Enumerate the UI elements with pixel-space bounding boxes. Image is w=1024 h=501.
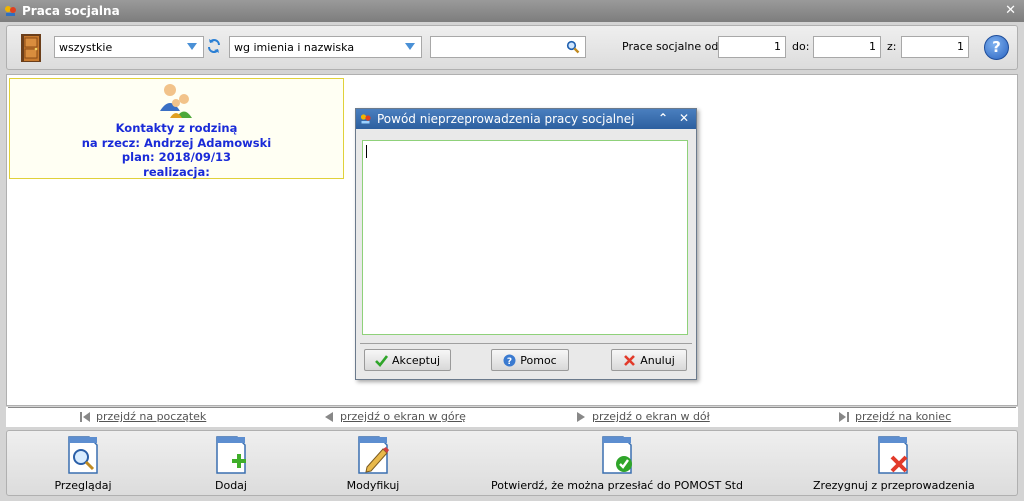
nav-first-label: przejdź na początek bbox=[96, 410, 207, 423]
dialog-help-button[interactable]: ? Pomoc bbox=[491, 349, 569, 371]
nav-first-link[interactable]: przejdź na początek bbox=[80, 410, 206, 423]
nav-last-link[interactable]: przejdź na koniec bbox=[839, 410, 951, 423]
dialog-help-label: Pomoc bbox=[520, 353, 557, 367]
confirm-document-icon bbox=[599, 435, 635, 475]
browse-label: Przeglądaj bbox=[54, 479, 112, 492]
dialog-titlebar: Powód nieprzeprowadzenia pracy socjalnej… bbox=[356, 109, 696, 129]
range-to-label: do: bbox=[792, 40, 810, 53]
first-page-icon bbox=[80, 411, 90, 422]
dialog-close-icon[interactable]: ✕ bbox=[679, 111, 689, 125]
pagination-nav: przejdź na początek przejdź o ekran w gó… bbox=[6, 407, 1018, 427]
resign-label: Zrezygnuj z przeprowadzenia bbox=[813, 479, 975, 492]
range-total-field: 1 bbox=[901, 36, 969, 58]
nav-up-label: przejdź o ekran w górę bbox=[340, 410, 466, 423]
range-to-field[interactable]: 1 bbox=[813, 36, 881, 58]
family-contacts-icon bbox=[156, 81, 198, 121]
nav-last-label: przejdź na koniec bbox=[855, 410, 952, 423]
check-icon bbox=[375, 354, 388, 367]
accept-button[interactable]: Akceptuj bbox=[364, 349, 451, 371]
resign-button[interactable]: Zrezygnuj z przeprowadzenia bbox=[813, 431, 975, 495]
text-caret bbox=[366, 145, 367, 158]
range-from-field[interactable]: 1 bbox=[718, 36, 786, 58]
modify-button[interactable]: Modyfikuj bbox=[325, 431, 421, 495]
exit-door-icon[interactable] bbox=[19, 33, 43, 63]
close-icon bbox=[623, 354, 636, 367]
range-from-label: Prace socjalne od: bbox=[622, 40, 723, 53]
chevron-down-icon bbox=[405, 43, 415, 50]
confirm-pomost-button[interactable]: Potwierdź, że można przesłać do POMOST S… bbox=[487, 431, 747, 495]
accept-label: Akceptuj bbox=[391, 353, 441, 367]
chevron-down-icon bbox=[187, 43, 197, 50]
add-label: Dodaj bbox=[215, 479, 247, 492]
divider bbox=[8, 407, 1016, 408]
nav-down-link[interactable]: przejdź o ekran w dół bbox=[576, 410, 710, 423]
card-plan-date: plan: 2018/09/13 bbox=[121, 150, 232, 164]
last-page-icon bbox=[839, 411, 849, 422]
help-button[interactable]: ? bbox=[984, 35, 1009, 60]
nav-down-label: przejdź o ekran w dół bbox=[592, 410, 710, 423]
browse-button[interactable]: Przeglądaj bbox=[43, 431, 123, 495]
status-filter-select[interactable]: wszystkie bbox=[54, 36, 204, 58]
reason-textarea[interactable] bbox=[362, 140, 688, 335]
add-button[interactable]: Dodaj bbox=[191, 431, 271, 495]
modify-label: Modyfikuj bbox=[346, 479, 400, 492]
sort-order-select[interactable]: wg imienia i nazwiska bbox=[229, 36, 422, 58]
page-up-icon bbox=[324, 411, 334, 422]
app-icon bbox=[4, 4, 18, 18]
dialog-title: Powód nieprzeprowadzenia pracy socjalnej bbox=[377, 112, 635, 126]
range-total-label: z: bbox=[887, 40, 897, 53]
card-realization: realizacja: bbox=[143, 164, 210, 179]
app-icon bbox=[360, 113, 372, 125]
search-icon[interactable] bbox=[566, 40, 580, 54]
cancel-label: Anuluj bbox=[640, 353, 675, 367]
collapse-icon[interactable]: ⌃ bbox=[658, 111, 668, 125]
window-close-icon[interactable]: ✕ bbox=[1005, 3, 1016, 18]
svg-text:?: ? bbox=[507, 357, 512, 367]
sort-order-value: wg imienia i nazwiska bbox=[234, 40, 355, 54]
reason-dialog: Powód nieprzeprowadzenia pracy socjalnej… bbox=[355, 108, 697, 380]
divider bbox=[360, 343, 692, 344]
card-title: Kontakty z rodziną bbox=[115, 121, 238, 135]
card-beneficiary: na rzecz: Andrzej Adamowski bbox=[81, 135, 272, 150]
page-down-icon bbox=[576, 411, 586, 422]
edit-document-icon bbox=[355, 435, 391, 475]
browse-icon bbox=[65, 435, 101, 475]
nav-up-link[interactable]: przejdź o ekran w górę bbox=[324, 410, 466, 423]
confirm-pomost-label: Potwierdź, że można przesłać do POMOST S… bbox=[491, 479, 743, 492]
help-icon: ? bbox=[503, 354, 516, 367]
refresh-icon[interactable] bbox=[206, 38, 222, 54]
cancel-button[interactable]: Anuluj bbox=[611, 349, 687, 371]
cancel-document-icon bbox=[875, 435, 911, 475]
social-work-card[interactable]: Kontakty z rodziną na rzecz: Andrzej Ada… bbox=[9, 78, 344, 179]
search-input[interactable] bbox=[430, 36, 586, 58]
status-filter-value: wszystkie bbox=[59, 40, 113, 54]
window-title: Praca socjalna bbox=[22, 4, 120, 18]
add-document-icon bbox=[213, 435, 249, 475]
action-bar: Przeglądaj Dodaj Modyfikuj Potwierdź, że… bbox=[6, 430, 1018, 496]
window-titlebar: Praca socjalna ✕ bbox=[0, 0, 1024, 22]
